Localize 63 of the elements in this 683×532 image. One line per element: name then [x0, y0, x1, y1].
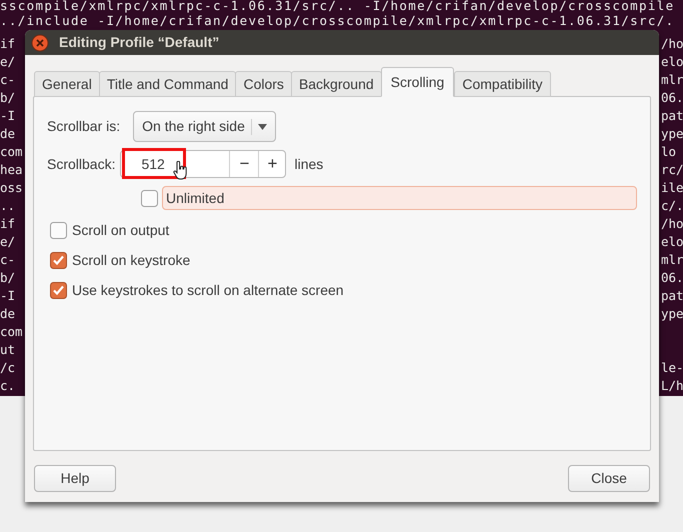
- terminal-text: ut: [0, 341, 16, 359]
- scrollbar-dropdown[interactable]: On the right side: [133, 111, 276, 142]
- terminal-line: sscompile/xmlrpc/xmlrpc-c-1.06.31/src/.. -I/home/crifan/develop/crosscompile: [0, 0, 675, 13]
- terminal-text: com: [0, 143, 23, 161]
- checkbox[interactable]: [50, 282, 67, 298]
- terminal-text: 06.: [661, 89, 683, 107]
- terminal-text: b/: [0, 269, 16, 287]
- tab[interactable]: Background: [290, 71, 382, 97]
- terminal-text: ..: [0, 197, 16, 215]
- terminal-text: rc/: [661, 161, 683, 179]
- terminal-text: ile: [661, 179, 683, 197]
- terminal-text: de: [0, 305, 16, 323]
- dialog-button[interactable]: Help: [34, 465, 116, 492]
- checkbox-label[interactable]: Unlimited: [162, 186, 637, 210]
- terminal-text: pat: [661, 287, 683, 305]
- terminal-text: com: [0, 323, 23, 341]
- terminal-text: if: [0, 35, 16, 53]
- terminal-text: c/.: [661, 197, 683, 215]
- terminal-text: if: [0, 215, 16, 233]
- checkbox-label[interactable]: Scroll on keystroke: [72, 250, 190, 270]
- checkbox-label[interactable]: Use keystrokes to scroll on alternate screen: [72, 280, 344, 300]
- terminal-text: elo: [661, 53, 683, 71]
- checkbox[interactable]: [50, 252, 67, 268]
- terminal-text: mlr: [661, 251, 683, 269]
- terminal-text: lo: [661, 143, 676, 161]
- tab[interactable]: Title and Command: [98, 71, 236, 97]
- tab[interactable]: General: [34, 71, 100, 97]
- tab[interactable]: Compatibility: [454, 71, 550, 97]
- dialog-button[interactable]: Close: [568, 465, 650, 492]
- terminal-text: /ho: [661, 35, 683, 53]
- terminal-text: L/h: [661, 377, 683, 395]
- terminal-text: -I: [0, 287, 16, 305]
- scrollbar-label: Scrollbar is:: [47, 117, 120, 136]
- tab[interactable]: Colors: [235, 71, 292, 97]
- terminal-text: de: [0, 125, 16, 143]
- terminal-text: c.: [0, 377, 16, 395]
- unit-label: lines: [294, 154, 324, 174]
- terminal-text: c-: [0, 251, 16, 269]
- terminal-text: le-: [661, 359, 683, 377]
- terminal-text: mlr: [661, 71, 683, 89]
- terminal-text: e/: [0, 53, 16, 71]
- caret-icon: [258, 124, 267, 130]
- scrollback-label: Scrollback:: [47, 154, 116, 174]
- checkbox[interactable]: [141, 190, 158, 206]
- terminal-text: /ho: [661, 215, 683, 233]
- window-title: Editing Profile “Default”: [59, 33, 220, 52]
- terminal-text: elo: [661, 233, 683, 251]
- terminal-text: e/: [0, 233, 16, 251]
- tab[interactable]: Scrolling: [380, 67, 454, 97]
- terminal-text: ype: [661, 125, 683, 143]
- terminal-text: hea: [0, 161, 23, 179]
- terminal-text: pat: [661, 107, 683, 125]
- terminal-text: 06.: [661, 269, 683, 287]
- terminal-text: -I: [0, 107, 16, 125]
- close-icon[interactable]: [31, 34, 49, 52]
- checkbox-label[interactable]: Scroll on output: [72, 220, 170, 240]
- terminal-text: oss: [0, 179, 23, 197]
- terminal-text: b/: [0, 89, 16, 107]
- terminal-line: ../include -I/home/crifan/develop/crosscompile/xmlrpc/xmlrpc-c-1.06.31/src/.: [0, 13, 675, 28]
- checkbox[interactable]: [50, 222, 67, 238]
- terminal-text: /c: [0, 359, 16, 377]
- terminal-text: c-: [0, 71, 16, 89]
- terminal-text: ype: [661, 305, 683, 323]
